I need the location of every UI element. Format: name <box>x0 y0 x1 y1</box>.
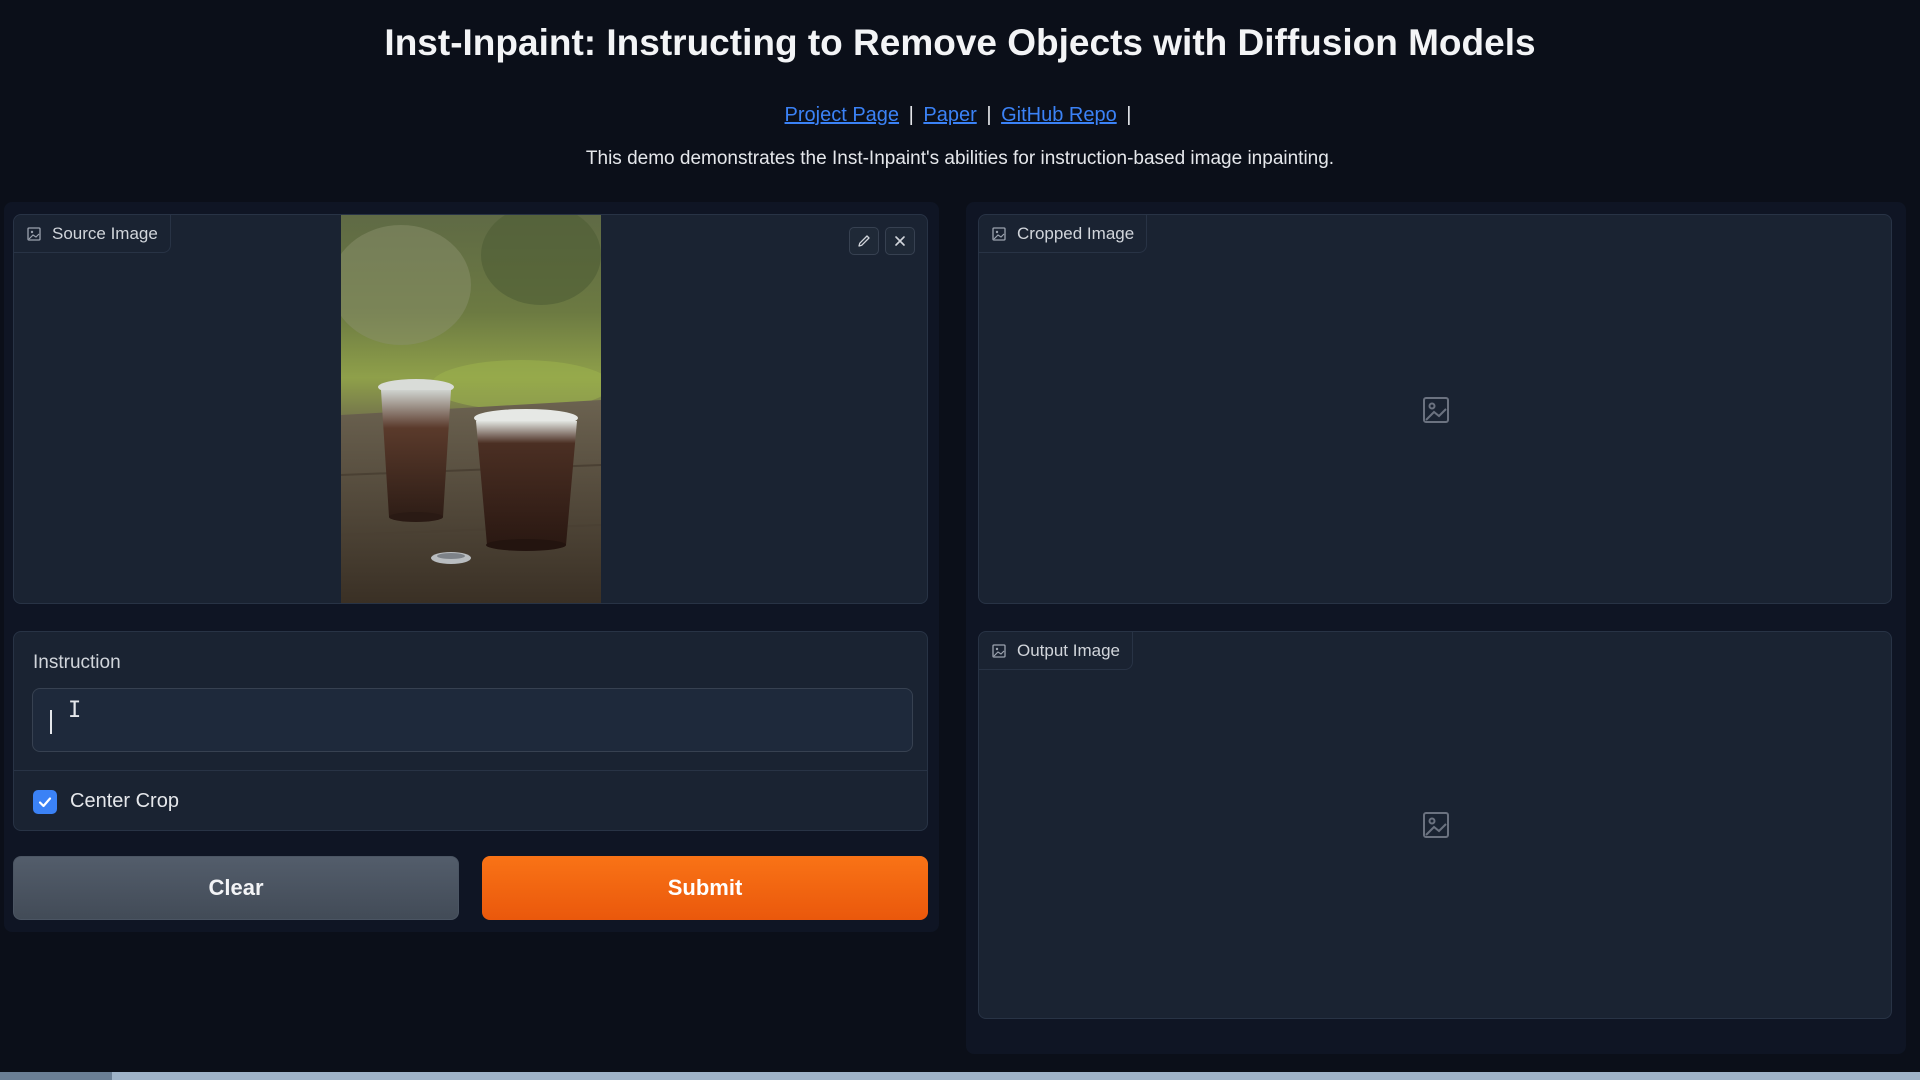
image-placeholder-icon <box>1423 397 1449 423</box>
progress-bar-segment <box>0 1072 112 1080</box>
source-image-label: Source Image <box>14 215 171 253</box>
center-crop-row: Center Crop <box>14 770 927 832</box>
page-title: Inst-Inpaint: Instructing to Remove Obje… <box>384 22 1536 63</box>
checkmark-icon <box>38 796 52 807</box>
edit-image-button[interactable] <box>849 227 879 255</box>
output-image-panel: Output Image <box>978 631 1892 1019</box>
close-icon <box>895 236 905 246</box>
cropped-image-label-text: Cropped Image <box>1017 223 1135 243</box>
output-image-label-text: Output Image <box>1017 640 1121 660</box>
instruction-panel: Instruction Center Crop <box>13 631 928 831</box>
project-page-link[interactable]: Project Page <box>785 104 900 126</box>
header-links: Project Page | Paper | GitHub Repo | <box>0 104 1920 127</box>
center-crop-label: Center Crop <box>70 790 179 812</box>
image-icon <box>27 226 41 241</box>
link-separator: | <box>908 104 914 126</box>
image-icon <box>992 226 1006 241</box>
pencil-icon <box>858 235 870 247</box>
paper-link[interactable]: Paper <box>923 104 976 126</box>
instruction-label: Instruction <box>33 652 121 673</box>
github-repo-link[interactable]: GitHub Repo <box>1001 104 1117 126</box>
source-image-panel[interactable]: Source Image <box>13 214 928 604</box>
submit-button[interactable]: Submit <box>482 856 928 920</box>
source-photo <box>341 215 601 603</box>
progress-bar <box>0 1072 1920 1080</box>
center-crop-checkbox[interactable] <box>33 789 57 814</box>
clear-button[interactable]: Clear <box>13 856 459 920</box>
cropped-image-label: Cropped Image <box>979 215 1148 253</box>
output-image-label: Output Image <box>979 632 1134 670</box>
link-separator: | <box>986 104 992 126</box>
image-placeholder-icon <box>1423 812 1449 838</box>
image-icon <box>992 643 1006 658</box>
remove-image-button[interactable] <box>885 227 915 255</box>
page-description: This demo demonstrates the Inst-Inpaint'… <box>585 148 1335 169</box>
source-image <box>341 215 601 603</box>
app-page: Inst-Inpaint: Instructing to Remove Obje… <box>0 0 1920 1080</box>
text-caret <box>50 710 52 734</box>
mouse-cursor-icon: I <box>68 698 82 723</box>
source-image-label-text: Source Image <box>52 223 158 243</box>
link-separator: | <box>1126 104 1132 126</box>
instruction-input[interactable] <box>32 688 913 752</box>
cropped-image-panel: Cropped Image <box>978 214 1892 604</box>
